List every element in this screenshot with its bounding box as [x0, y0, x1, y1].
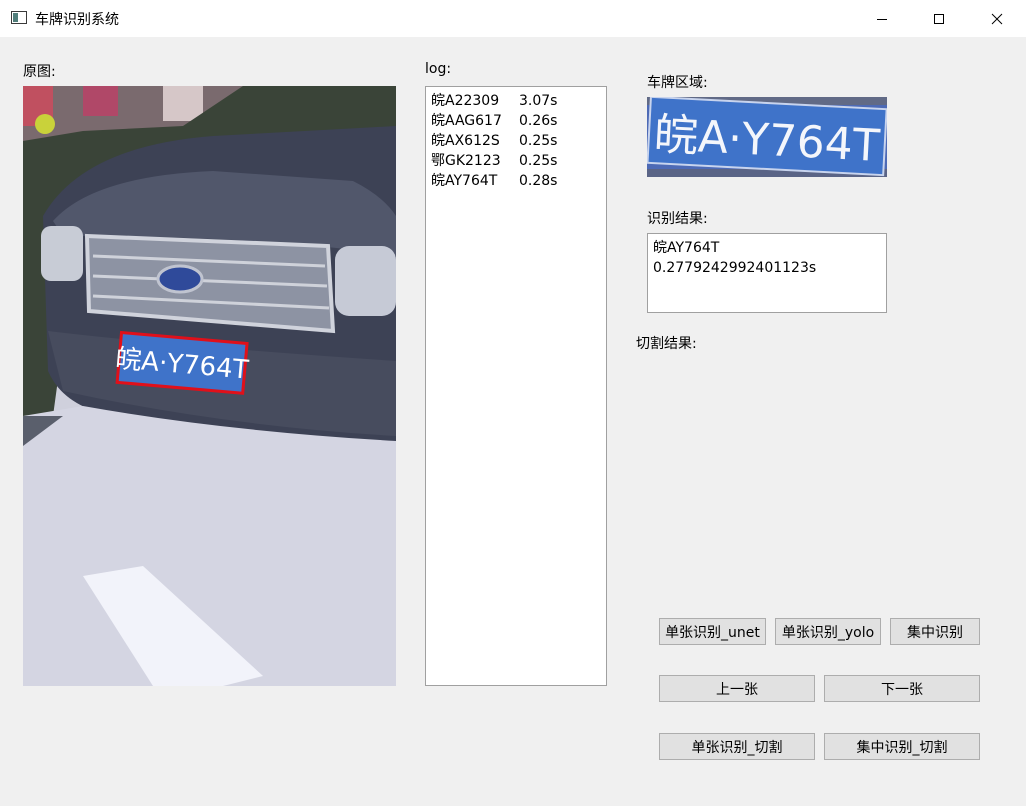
- single-unet-button[interactable]: 单张识别_unet: [659, 618, 766, 645]
- log-plate: 皖AY764T: [431, 173, 498, 189]
- result-time: 0.2779242992401123s: [653, 260, 817, 276]
- log-row: 鄂GK2123 0.25s: [431, 151, 601, 171]
- close-icon: [991, 13, 1003, 24]
- log-plate: 皖AX612S: [431, 133, 500, 149]
- log-time: 3.07s: [519, 93, 558, 109]
- log-plate: 皖A22309: [431, 93, 500, 109]
- minimize-button[interactable]: [853, 0, 911, 37]
- minimize-icon: [877, 18, 887, 20]
- log-row: 皖AY764T 0.28s: [431, 171, 601, 191]
- log-time: 0.25s: [519, 153, 558, 169]
- log-plate: 鄂GK2123: [431, 153, 501, 169]
- close-button[interactable]: [968, 0, 1026, 37]
- previous-button[interactable]: 上一张: [659, 675, 815, 702]
- original-image-label: 原图:: [23, 64, 56, 80]
- log-box[interactable]: 皖A22309 3.07s 皖AAG617 0.26s 皖AX612S 0.25s 鄂…: [425, 86, 607, 686]
- result-plate: 皖AY764T: [653, 240, 720, 256]
- maximize-icon: [934, 13, 944, 24]
- window-title: 车牌识别系统: [35, 12, 119, 28]
- maximize-button[interactable]: [910, 0, 968, 37]
- result-label: 识别结果:: [647, 211, 708, 227]
- log-row: 皖AAG617 0.26s: [431, 111, 601, 131]
- segmentation-label: 切割结果:: [636, 336, 697, 352]
- plate-region-label: 车牌区域:: [647, 75, 708, 91]
- log-label: log:: [425, 61, 452, 77]
- log-plate: 皖AAG617: [431, 113, 502, 129]
- next-button[interactable]: 下一张: [824, 675, 980, 702]
- single-segment-button[interactable]: 单张识别_切割: [659, 733, 815, 760]
- log-row: 皖A22309 3.07s: [431, 91, 601, 111]
- log-time: 0.26s: [519, 113, 558, 129]
- original-image: 皖A·Y764T: [23, 86, 396, 686]
- batch-segment-button[interactable]: 集中识别_切割: [824, 733, 980, 760]
- log-time: 0.25s: [519, 133, 558, 149]
- batch-recognize-button[interactable]: 集中识别: [890, 618, 980, 645]
- title-bar: 车牌识别系统: [0, 0, 1026, 37]
- plate-region-image: 皖A·Y764T: [647, 97, 887, 177]
- log-row: 皖AX612S 0.25s: [431, 131, 601, 151]
- single-yolo-button[interactable]: 单张识别_yolo: [775, 618, 881, 645]
- result-box[interactable]: 皖AY764T 0.2779242992401123s: [647, 233, 887, 313]
- log-time: 0.28s: [519, 173, 558, 189]
- window-app-icon: [11, 11, 27, 24]
